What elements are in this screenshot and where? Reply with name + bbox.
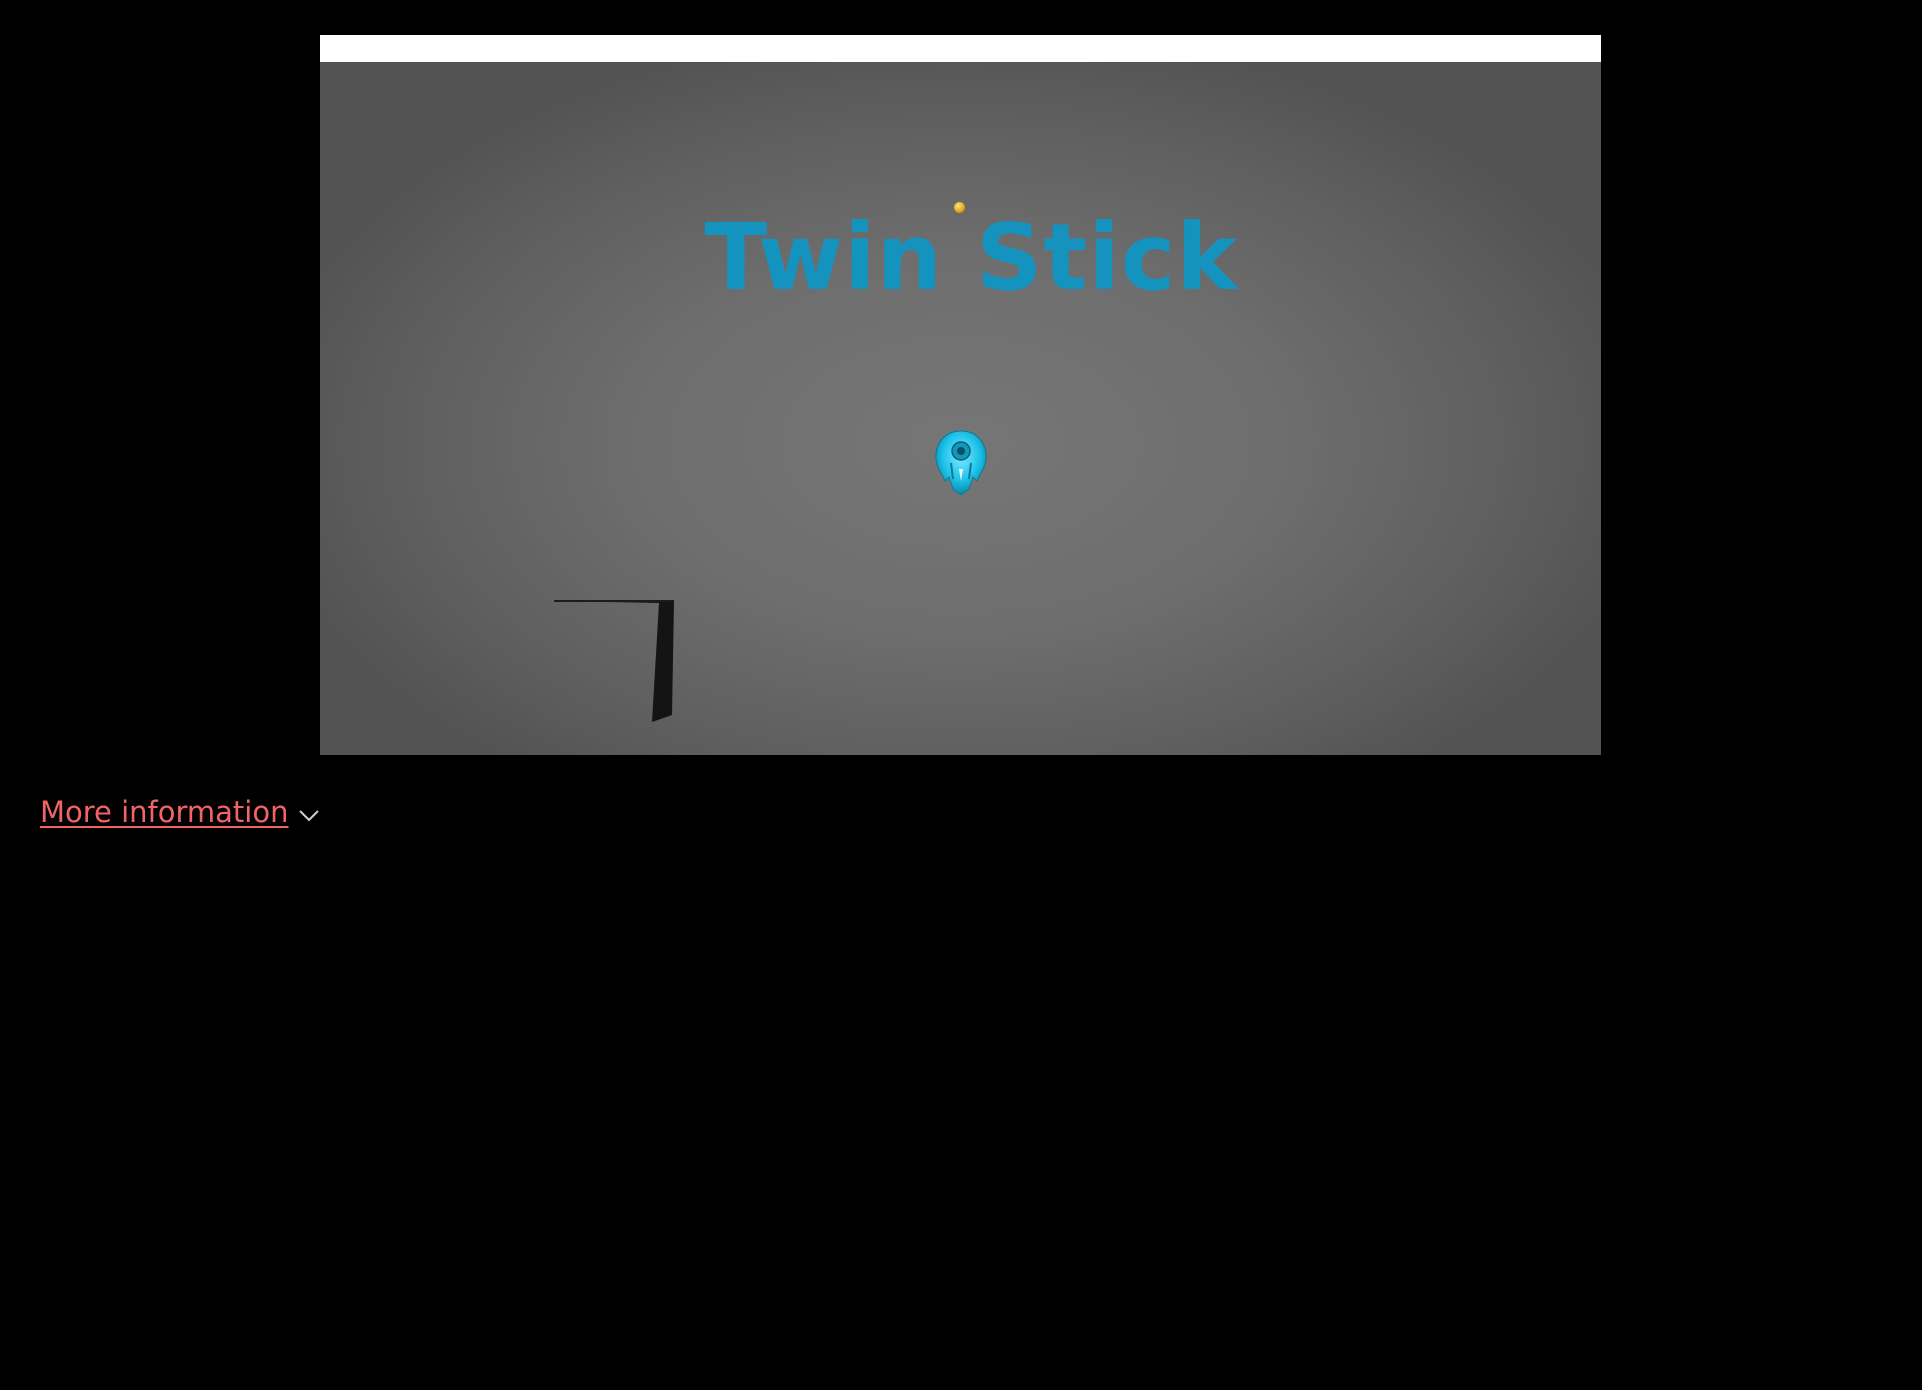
game-frame: Twin Stick	[320, 35, 1601, 755]
page: Twin Stick More information	[0, 0, 1922, 1390]
more-information-toggle[interactable]: More information	[40, 795, 320, 829]
chevron-down-icon[interactable]	[298, 809, 320, 823]
player-ship	[935, 430, 987, 495]
coin-pickup	[954, 202, 965, 213]
more-information-link[interactable]: More information	[40, 795, 288, 829]
game-title: Twin Stick	[704, 204, 1239, 311]
wall-obstacle	[554, 600, 674, 722]
frame-top-bar	[320, 35, 1601, 62]
game-canvas[interactable]: Twin Stick	[320, 62, 1601, 755]
